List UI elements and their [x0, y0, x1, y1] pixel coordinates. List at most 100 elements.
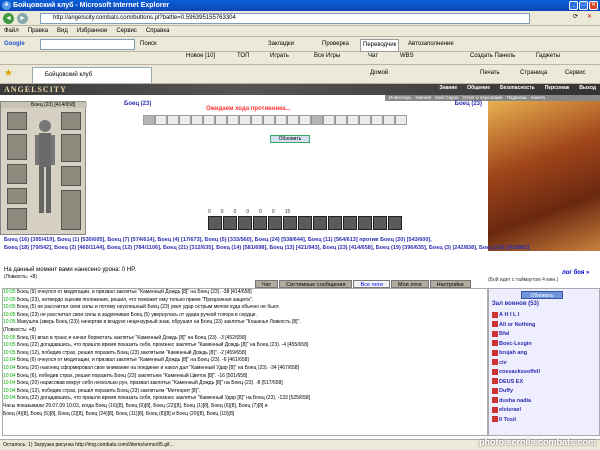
fighter-slot[interactable]: [347, 115, 359, 125]
tab-my-logs[interactable]: Мои логи: [390, 280, 429, 288]
minimize-button[interactable]: _: [569, 1, 578, 10]
tab-settings[interactable]: Настройки: [429, 280, 471, 288]
home-button[interactable]: Домой: [370, 70, 388, 76]
skill-slot[interactable]: [313, 216, 327, 230]
roster-member[interactable]: cossackssoffell: [492, 368, 540, 376]
fighter-slot[interactable]: [227, 115, 239, 125]
roster-member[interactable]: DEUS EX: [492, 378, 523, 386]
nav-exit[interactable]: Выход: [579, 85, 596, 91]
fighter-slot[interactable]: [167, 115, 179, 125]
close-button[interactable]: ×: [589, 1, 598, 10]
roster-member[interactable]: Il Tosil: [492, 416, 516, 424]
fighter-slot[interactable]: [287, 115, 299, 125]
star-icon[interactable]: ★: [4, 68, 13, 79]
belt-slot[interactable]: [7, 188, 27, 204]
nav-knowledge[interactable]: Знание: [439, 85, 457, 91]
fighter-slot[interactable]: [191, 115, 203, 125]
armor-slot[interactable]: [7, 164, 27, 184]
menu-edit[interactable]: Правка: [28, 26, 48, 36]
fighter-slot[interactable]: [311, 115, 323, 125]
battle-log-link[interactable]: лог боя »: [562, 270, 589, 276]
check-button[interactable]: Проверка: [322, 39, 349, 50]
roster-refresh-button[interactable]: Обновить: [521, 291, 563, 299]
skill-slot[interactable]: [388, 216, 402, 230]
weapon-slot[interactable]: [7, 134, 27, 160]
roster-member[interactable]: Bfal: [492, 330, 509, 338]
leg-slot[interactable]: [61, 190, 81, 230]
skill-slot[interactable]: [238, 216, 252, 230]
menu-file[interactable]: Файл: [4, 26, 19, 36]
skill-slot[interactable]: [283, 216, 297, 230]
gloves-slot[interactable]: [61, 112, 81, 130]
roster-member[interactable]: All or Nothing: [492, 321, 535, 329]
link-wbs[interactable]: WBS: [400, 53, 414, 59]
menu-help[interactable]: Справка: [146, 26, 170, 36]
print-button[interactable]: Печать: [480, 70, 500, 76]
menu-favorites[interactable]: Избранное: [77, 26, 107, 36]
link-new[interactable]: Новое [10]: [186, 53, 215, 59]
roster-member[interactable]: Boec-Lezgin: [492, 340, 532, 348]
fighter-slot[interactable]: [383, 115, 395, 125]
page-button[interactable]: Страница: [520, 70, 547, 76]
link-gadgets[interactable]: Гаджеты: [536, 53, 560, 59]
fighter-slot[interactable]: [239, 115, 251, 125]
autofill-button[interactable]: Автозаполнение: [408, 39, 454, 50]
nav-character[interactable]: Персонаж: [545, 85, 570, 91]
fighter-slot[interactable]: [335, 115, 347, 125]
skill-slot[interactable]: [208, 216, 222, 230]
skill-slot[interactable]: [298, 216, 312, 230]
fighter-slot[interactable]: [299, 115, 311, 125]
fighter-slot[interactable]: [263, 115, 275, 125]
tab-system[interactable]: Системные сообщения: [279, 280, 353, 288]
translate-button[interactable]: Переводчик: [360, 39, 400, 52]
roster-member[interactable]: Duffy: [492, 387, 513, 395]
google-search-input[interactable]: [40, 39, 135, 50]
link-chat[interactable]: Чат: [368, 53, 378, 59]
menu-tools[interactable]: Сервис: [116, 26, 137, 36]
fighter-slot[interactable]: [395, 115, 407, 125]
link-create-panel[interactable]: Создать Панель: [470, 53, 515, 59]
shield-slot[interactable]: [61, 134, 81, 162]
fighter-slot[interactable]: [155, 115, 167, 125]
skill-slot[interactable]: [253, 216, 267, 230]
fighter-slot[interactable]: [143, 115, 155, 125]
maximize-button[interactable]: □: [579, 1, 588, 10]
fighter-slot[interactable]: [215, 115, 227, 125]
skill-slot[interactable]: [328, 216, 342, 230]
fighter-slot[interactable]: [359, 115, 371, 125]
tab-chat[interactable]: Чат: [255, 280, 279, 288]
back-icon[interactable]: ◄: [3, 13, 14, 24]
tab-fight-club[interactable]: Бойцовский клуб: [32, 67, 152, 83]
roster-member[interactable]: dusha nadia: [492, 397, 531, 405]
link-play[interactable]: Играть: [270, 53, 289, 59]
tools-button[interactable]: Сервис: [565, 70, 586, 76]
skill-slot[interactable]: [223, 216, 237, 230]
stop-icon[interactable]: ✕: [587, 13, 592, 20]
ring-slot[interactable]: [61, 166, 81, 186]
fighter-slot[interactable]: [203, 115, 215, 125]
skill-slot[interactable]: [268, 216, 282, 230]
fighter-slot[interactable]: [323, 115, 335, 125]
fighter-slot[interactable]: [275, 115, 287, 125]
tab-all-logs[interactable]: Все логи: [353, 280, 390, 288]
refresh-battle-button[interactable]: Обновить: [270, 135, 310, 143]
url-input[interactable]: http://angelscity.combats.com/buttons.pl…: [40, 13, 530, 24]
skill-slot[interactable]: [373, 216, 387, 230]
menu-view[interactable]: Вид: [57, 26, 68, 36]
roster-member[interactable]: А Н I L I: [492, 311, 519, 319]
helmet-slot[interactable]: [7, 112, 27, 130]
link-top[interactable]: ТОП: [237, 53, 249, 59]
google-search-button[interactable]: Поиск: [140, 39, 157, 50]
fighter-slot[interactable]: [251, 115, 263, 125]
bookmarks-button[interactable]: Закладки: [268, 39, 294, 50]
nav-security[interactable]: Безопасность: [500, 85, 535, 91]
nav-social[interactable]: Общение: [467, 85, 490, 91]
roster-member[interactable]: civ: [492, 359, 507, 367]
forward-icon[interactable]: ►: [17, 13, 28, 24]
fighter-slot[interactable]: [371, 115, 383, 125]
roster-member[interactable]: elvisrael: [492, 406, 521, 414]
skill-slot[interactable]: [343, 216, 357, 230]
refresh-icon[interactable]: ⟳: [573, 13, 578, 20]
boots-slot[interactable]: [7, 208, 27, 230]
roster-member[interactable]: brujah ang: [492, 349, 527, 357]
